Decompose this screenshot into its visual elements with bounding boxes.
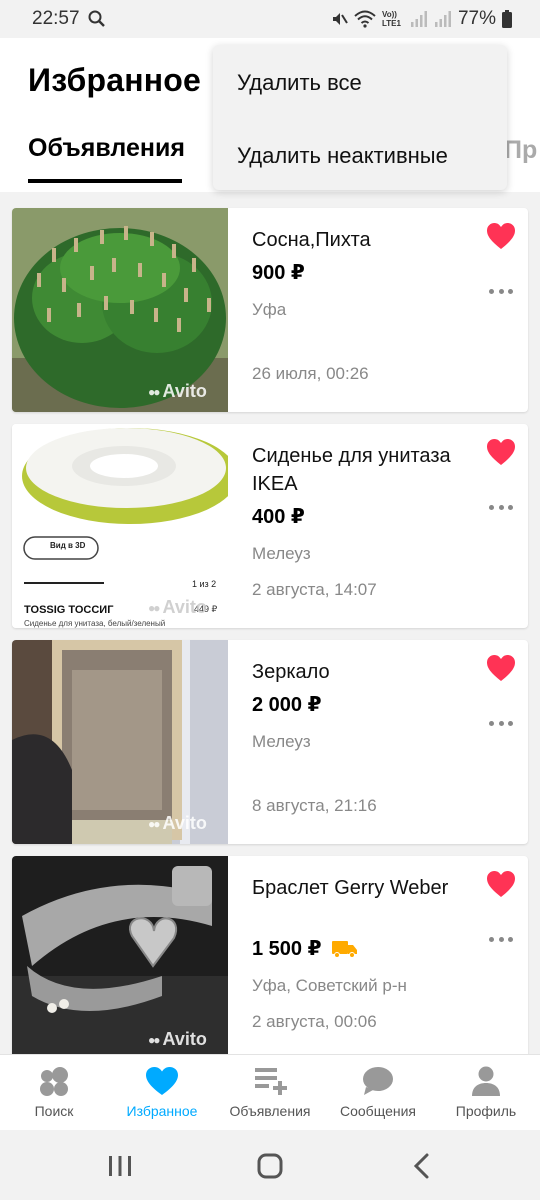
listing-location: Мелеуз (252, 732, 311, 751)
listing-card[interactable]: ●● Avito Зеркало 2 000 ₽ Мелеуз 8 августа… (12, 640, 528, 844)
avito-watermark: ●● Avito (148, 381, 207, 401)
more-options-icon[interactable] (489, 286, 513, 296)
listing-card[interactable]: ●● Avito Браслет Gerry Weber 1 500 ₽ Уфа,… (12, 856, 528, 1054)
listing-photo[interactable]: ●● Avito (12, 856, 228, 1054)
favorite-heart-icon[interactable] (486, 222, 516, 250)
listing-price: 400 ₽ (252, 506, 305, 528)
listing-date: 26 июля, 00:26 (252, 364, 369, 383)
heart-icon (146, 1067, 178, 1095)
listing-price: 2 000 ₽ (252, 694, 322, 716)
photo-counter: 1 из 2 (192, 579, 217, 589)
avito-watermark: ●● Avito (148, 1029, 207, 1049)
tab-underline (28, 179, 182, 183)
listing-price: 900 ₽ (252, 262, 305, 284)
listing-date: 2 августа, 00:06 (252, 1012, 377, 1031)
avito-watermark: ●● Avito (148, 813, 207, 833)
tab-listings[interactable]: Объявления (28, 134, 185, 163)
view-3d-badge: Вид в 3D (50, 541, 86, 550)
listing-price: 1 500 ₽ (252, 936, 358, 961)
search-bubbles-icon (40, 1067, 68, 1096)
listing-card[interactable]: Вид в 3D 1 из 2 TOSSIG ТОССИГ Сиденье дл… (12, 424, 528, 628)
wifi-icon (354, 10, 376, 28)
listing-photo[interactable]: ●● Avito (12, 208, 228, 412)
system-navigation-bar (0, 1130, 540, 1200)
lte-label: Vo)) LTE1 (381, 10, 401, 28)
listing-title[interactable]: Зеркало (252, 658, 472, 686)
mute-icon (332, 13, 348, 25)
listing-date: 8 августа, 21:16 (252, 796, 377, 815)
page-title: Избранное (28, 62, 202, 98)
back-icon[interactable] (402, 1150, 442, 1182)
listing-photo[interactable]: Вид в 3D 1 из 2 TOSSIG ТОССИГ Сиденье дл… (12, 424, 228, 628)
listing-location: Уфа (252, 300, 287, 319)
search-icon (88, 10, 105, 27)
more-options-icon[interactable] (489, 502, 513, 512)
listing-title[interactable]: Сосна,Пихта (252, 226, 472, 254)
nav-listings[interactable]: Объявления (216, 1055, 324, 1131)
avito-watermark: ●● Avito (148, 597, 207, 617)
bottom-navigation: Поиск Избранное Объявления Сообщения Про… (0, 1054, 540, 1130)
favorite-heart-icon[interactable] (486, 870, 516, 898)
listing-date: 2 августа, 14:07 (252, 580, 377, 599)
listing-card[interactable]: ●● Avito Сосна,Пихта 900 ₽ Уфа 26 июля, 0… (12, 208, 528, 412)
recent-apps-icon[interactable] (100, 1150, 140, 1182)
overflow-menu: Удалить все Удалить неактивные (213, 45, 507, 190)
nav-messages[interactable]: Сообщения (324, 1055, 432, 1131)
favorites-list: ●● Avito Сосна,Пихта 900 ₽ Уфа 26 июля, 0… (0, 192, 540, 1054)
nav-favorites[interactable]: Избранное (108, 1055, 216, 1131)
more-options-icon[interactable] (489, 718, 513, 728)
home-icon[interactable] (250, 1150, 290, 1182)
nav-profile[interactable]: Профиль (432, 1055, 540, 1131)
more-options-icon[interactable] (489, 934, 513, 944)
status-bar: 22:57 Vo)) LTE1 77% (0, 0, 540, 38)
photo-caption: Сиденье для унитаза, белый/зеленый (24, 619, 166, 628)
listing-title[interactable]: Браслет Gerry Weber (252, 874, 472, 902)
favorite-heart-icon[interactable] (486, 438, 516, 466)
listing-location: Мелеуз (252, 544, 311, 563)
add-listing-icon (255, 1068, 287, 1095)
tab-partial[interactable]: Пр (504, 136, 537, 165)
nav-search[interactable]: Поиск (0, 1055, 108, 1131)
person-icon (472, 1066, 500, 1096)
signal-icon-2 (434, 11, 451, 27)
listing-photo[interactable]: ●● Avito (12, 640, 228, 844)
chat-bubble-icon (363, 1067, 393, 1095)
listing-title[interactable]: Сиденье для унитаза IKEA (252, 442, 472, 498)
photo-brand: TOSSIG ТОССИГ (24, 604, 114, 616)
clock: 22:57 (32, 8, 80, 29)
battery-percent: 77% (457, 8, 496, 29)
delete-all-menu-item[interactable]: Удалить все (237, 70, 362, 96)
favorite-heart-icon[interactable] (486, 654, 516, 682)
delivery-truck-icon (331, 940, 357, 958)
delete-inactive-menu-item[interactable]: Удалить неактивные (237, 143, 448, 169)
signal-icon (410, 11, 427, 27)
listing-location: Уфа, Советский р-н (252, 976, 407, 995)
battery-icon (502, 10, 512, 28)
